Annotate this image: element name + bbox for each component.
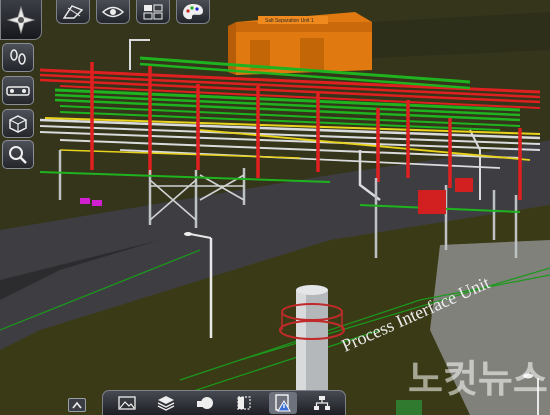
cube-view-button[interactable] bbox=[2, 109, 34, 138]
walk-mode-button[interactable] bbox=[2, 43, 34, 72]
grid-select-button[interactable] bbox=[136, 0, 170, 24]
cube-view-icon bbox=[9, 114, 27, 133]
svg-text:Salt Separation Unit 1: Salt Separation Unit 1 bbox=[265, 18, 314, 24]
main-menu-button[interactable] bbox=[0, 0, 42, 40]
image-button[interactable] bbox=[113, 392, 141, 414]
layers-icon bbox=[157, 396, 174, 411]
zoom-button[interactable] bbox=[2, 140, 34, 169]
walk-icon bbox=[10, 48, 26, 65]
grid-select-icon bbox=[143, 4, 163, 19]
path-mode-button[interactable] bbox=[2, 76, 34, 105]
half-square-button[interactable] bbox=[230, 392, 258, 414]
visibility-button[interactable] bbox=[96, 0, 130, 24]
section-view-button[interactable] bbox=[56, 0, 90, 24]
eye-icon bbox=[102, 6, 124, 17]
bottom-toolbar bbox=[102, 390, 346, 415]
hierarchy-button[interactable] bbox=[308, 392, 336, 414]
watermark: 노컷뉴스 bbox=[408, 357, 548, 401]
shapes-icon bbox=[196, 397, 213, 409]
compass-icon bbox=[6, 5, 36, 34]
plant-3d-viewport[interactable]: Salt Separation Unit 1 Process Interface… bbox=[0, 0, 550, 415]
layers-button[interactable] bbox=[152, 392, 180, 414]
path-icon bbox=[6, 85, 30, 96]
hierarchy-icon bbox=[313, 396, 330, 410]
chevron-up-icon bbox=[72, 401, 82, 409]
palette-icon bbox=[183, 3, 203, 19]
half-square-icon bbox=[236, 396, 251, 410]
appearance-button[interactable] bbox=[176, 0, 210, 24]
section-view-icon bbox=[62, 4, 84, 19]
image-icon bbox=[117, 396, 136, 410]
warning-doc-icon bbox=[274, 394, 291, 412]
collapse-toolbar-button[interactable] bbox=[68, 398, 86, 412]
zoom-icon bbox=[9, 145, 27, 164]
shapes-button[interactable] bbox=[191, 392, 219, 414]
issues-button[interactable] bbox=[268, 392, 297, 414]
